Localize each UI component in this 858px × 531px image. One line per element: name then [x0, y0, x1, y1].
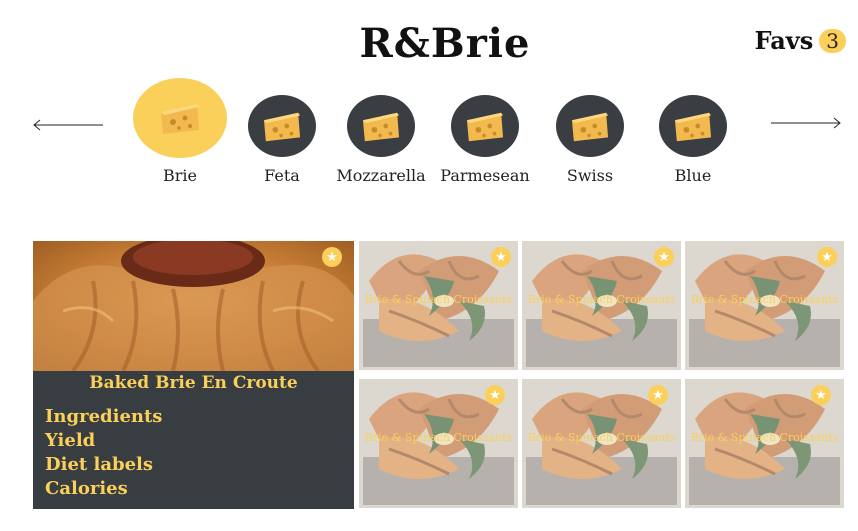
- recipe-tile[interactable]: ★ Brie & Spinach Croissants: [359, 241, 518, 370]
- detail-calories-link[interactable]: Calories: [45, 477, 162, 501]
- featured-recipe-title: Baked Brie En Croute: [89, 373, 298, 393]
- featured-recipe-details: Ingredients Yield Diet labels Calories: [45, 405, 162, 501]
- recipe-tile-title: Brie & Spinach Croissants: [364, 293, 513, 306]
- recipe-tile[interactable]: ★ Brie & Spinach Croissants: [359, 379, 518, 508]
- favorite-star-icon[interactable]: ★: [817, 247, 837, 267]
- favorite-star-icon[interactable]: ★: [322, 247, 342, 267]
- favorite-star-icon[interactable]: ★: [811, 385, 831, 405]
- recipe-tile[interactable]: ★ Brie & Spinach Croissants: [685, 379, 844, 508]
- cheese-icon: [674, 112, 712, 142]
- featured-recipe-card[interactable]: ★ Baked Brie En Croute Ingredients Yield…: [33, 241, 354, 509]
- cheese-icon-wrap: [347, 95, 415, 157]
- favorite-star-icon[interactable]: ★: [648, 385, 668, 405]
- favs-button[interactable]: Favs 3: [755, 26, 846, 55]
- cheese-label: Brie: [163, 166, 197, 185]
- cheese-label: Swiss: [566, 166, 614, 185]
- favs-count-badge: 3: [819, 28, 846, 53]
- cheese-icon: [161, 104, 199, 134]
- recipe-tile-title: Brie & Spinach Croissants: [690, 293, 839, 306]
- cheese-icon-wrap: [133, 78, 227, 158]
- cheese-item-brie[interactable]: Brie: [125, 78, 235, 185]
- recipe-tile-title: Brie & Spinach Croissants: [690, 431, 839, 444]
- recipe-tile-title: Brie & Spinach Croissants: [527, 431, 676, 444]
- cheese-label: Mozzarella: [336, 166, 426, 185]
- recipe-tile[interactable]: ★ Brie & Spinach Croissants: [685, 241, 844, 370]
- app-logo[interactable]: R&Brie: [0, 20, 858, 67]
- detail-diet-labels-link[interactable]: Diet labels: [45, 453, 162, 477]
- cheese-icon-wrap: [659, 95, 727, 157]
- cheese-icon-wrap: [556, 95, 624, 157]
- cheese-item-mozzarella[interactable]: Mozzarella: [326, 78, 436, 185]
- cheese-icon-wrap: [451, 95, 519, 157]
- cheese-label: Feta: [264, 166, 300, 185]
- favorite-star-icon[interactable]: ★: [485, 385, 505, 405]
- recipe-tile-title: Brie & Spinach Croissants: [527, 293, 676, 306]
- cheese-item-swiss[interactable]: Swiss: [535, 78, 645, 185]
- arrow-left-icon[interactable]: [32, 117, 104, 133]
- cheese-label: Parmesean: [440, 166, 530, 185]
- cheese-icon: [263, 112, 301, 142]
- favorite-star-icon[interactable]: ★: [491, 247, 511, 267]
- featured-recipe-image: [33, 241, 354, 371]
- cheese-icon: [571, 112, 609, 142]
- cheese-item-feta[interactable]: Feta: [227, 78, 337, 185]
- recipe-tile-title: Brie & Spinach Croissants: [364, 431, 513, 444]
- detail-yield-link[interactable]: Yield: [45, 429, 162, 453]
- detail-ingredients-link[interactable]: Ingredients: [45, 405, 162, 429]
- arrow-right-icon[interactable]: [770, 115, 842, 131]
- cheese-item-blue[interactable]: Blue: [638, 78, 748, 185]
- cheese-icon-wrap: [248, 95, 316, 157]
- recipe-tile[interactable]: ★ Brie & Spinach Croissants: [522, 241, 681, 370]
- recipe-tile[interactable]: ★ Brie & Spinach Croissants: [522, 379, 681, 508]
- cheese-icon: [466, 112, 504, 142]
- favs-label: Favs: [754, 26, 814, 55]
- cheese-label: Blue: [674, 166, 712, 185]
- cheese-icon: [362, 112, 400, 142]
- favorite-star-icon[interactable]: ★: [654, 247, 674, 267]
- cheese-item-parmesean[interactable]: Parmesean: [430, 78, 540, 185]
